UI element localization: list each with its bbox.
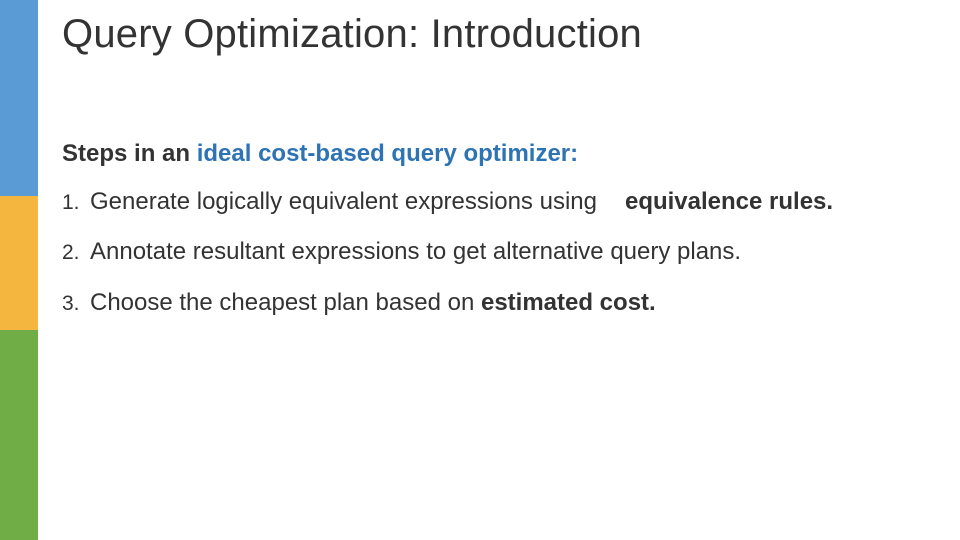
list-item: 3. Choose the cheapest plan based on est…: [62, 287, 902, 319]
sidebar-color-bars: [0, 0, 38, 540]
list-number-3: 3.: [62, 290, 84, 318]
subheading-prefix: Steps in an: [62, 140, 197, 167]
list-text-3b-bold: estimated cost.: [481, 289, 656, 316]
steps-list: 1. Generate logically equivalent express…: [62, 186, 902, 337]
list-text-3a: Choose the cheapest plan based on: [90, 289, 481, 316]
list-number-2: 2.: [62, 239, 84, 267]
slide-title: Query Optimization: Introduction: [62, 12, 642, 57]
sidebar-bar-yellow: [0, 196, 38, 330]
list-item: 1. Generate logically equivalent express…: [62, 186, 902, 218]
sidebar-bar-blue: [0, 0, 38, 196]
list-text-1b-bold: equivalence rules.: [625, 188, 833, 215]
list-text-2: Annotate resultant expressions to get al…: [90, 236, 741, 268]
sidebar-bar-green: [0, 330, 38, 540]
list-text-1: Generate logically equivalent expression…: [90, 186, 833, 218]
list-text-1a: Generate logically equivalent expression…: [90, 188, 597, 215]
subheading-accent: ideal cost-based query optimizer:: [197, 140, 578, 167]
list-number-1: 1.: [62, 189, 84, 217]
slide: Query Optimization: Introduction Steps i…: [0, 0, 960, 540]
list-text-3: Choose the cheapest plan based on estima…: [90, 287, 656, 319]
slide-subheading: Steps in an ideal cost-based query optim…: [62, 140, 578, 168]
list-item: 2. Annotate resultant expressions to get…: [62, 236, 902, 268]
